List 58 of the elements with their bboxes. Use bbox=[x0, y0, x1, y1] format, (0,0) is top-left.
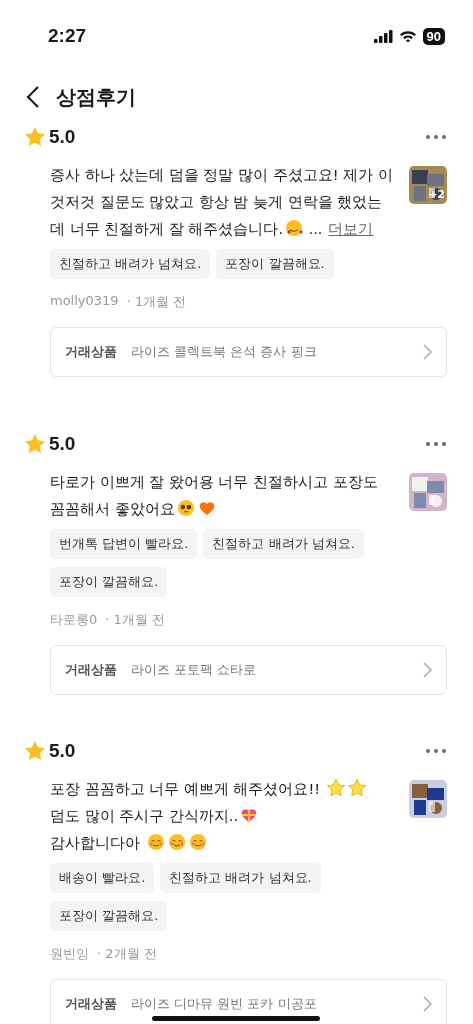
status-time: 2:27 bbox=[48, 25, 87, 47]
review-text: 증사 하나 샀는데 덤을 정말 많이 주셨고요! 제가 이 bbox=[50, 167, 393, 183]
more-options-icon[interactable] bbox=[425, 441, 447, 447]
product-name: 라이즈 디마뮤 원빈 포카 미공포 bbox=[131, 995, 318, 1013]
more-link[interactable]: 더보기 bbox=[328, 221, 374, 237]
product-label: 거래상품 bbox=[65, 343, 117, 361]
review-tag: 배송이 빨라요. bbox=[50, 863, 155, 893]
review-tag: 친절하고 배려가 넘쳐요. bbox=[203, 529, 364, 559]
signal-icon bbox=[373, 29, 393, 43]
star-icon bbox=[325, 778, 346, 798]
review-text: 데 너무 친절하게 잘 해주셨습니다. bbox=[50, 221, 284, 237]
review-text: 것저것 질문도 많았고 항상 밤 늦게 연락을 했었는 bbox=[50, 194, 383, 210]
reviewer-name: 타로롱0 bbox=[50, 611, 98, 629]
reviewer-name: molly0319 bbox=[50, 293, 119, 310]
rating-score: 5.0 bbox=[49, 126, 76, 148]
review-time: · 1개월 전 bbox=[105, 611, 165, 629]
chevron-right-icon bbox=[423, 996, 432, 1012]
reviewer-name: 원빈잉 bbox=[50, 945, 89, 963]
back-icon[interactable] bbox=[26, 85, 40, 109]
page-title: 상점후기 bbox=[56, 83, 136, 111]
review-text: 타로가 이쁘게 잘 왔어용 너무 친절하시고 포장도 bbox=[50, 474, 378, 490]
product-label: 거래상품 bbox=[65, 995, 117, 1013]
smiling-face-icon bbox=[187, 832, 208, 852]
battery-level: 90 bbox=[422, 27, 445, 45]
review-tag: 친절하고 배려가 넘쳐요. bbox=[160, 863, 321, 893]
star-icon bbox=[24, 126, 46, 148]
review-text: 꼼꼼해서 좋았어요 bbox=[50, 501, 175, 517]
review-tag: 친절하고 배려가 넘쳐요. bbox=[50, 249, 211, 279]
review-text: 덤도 많이 주시구 간식까지.. bbox=[50, 808, 239, 824]
product-label: 거래상품 bbox=[65, 661, 117, 679]
product-link[interactable]: 거래상품 라이즈 콜렉트북 은석 증사 핑크 bbox=[50, 327, 447, 377]
product-name: 라이즈 콜렉트북 은석 증사 핑크 bbox=[131, 343, 318, 361]
more-options-icon[interactable] bbox=[425, 134, 447, 140]
smiling-face-icon bbox=[166, 832, 187, 852]
more-options-icon[interactable] bbox=[425, 748, 447, 754]
product-name: 라이즈 포토팩 쇼타로 bbox=[131, 661, 258, 679]
chevron-right-icon bbox=[423, 662, 432, 678]
product-link[interactable]: 거래상품 라이즈 포토팩 쇼타로 bbox=[50, 645, 447, 695]
review-tag: 포장이 깔끔해요. bbox=[50, 901, 168, 931]
photo-count: +2 bbox=[428, 188, 445, 201]
smiling-face-icon bbox=[145, 832, 166, 852]
review-tag: 포장이 깔끔해요. bbox=[50, 567, 168, 597]
review-text: 감사합니다아 bbox=[50, 835, 141, 851]
rating-score: 5.0 bbox=[49, 433, 76, 455]
smiling-face-with-hearts-icon bbox=[284, 218, 305, 238]
review-tag: 포장이 깔끔해요. bbox=[216, 249, 334, 279]
review-time: · 2개월 전 bbox=[97, 945, 157, 963]
star-icon bbox=[346, 778, 367, 798]
rating-score: 5.0 bbox=[49, 740, 76, 762]
star-icon bbox=[24, 740, 46, 762]
wifi-icon bbox=[398, 29, 417, 43]
review-text: ... bbox=[307, 221, 323, 237]
review-time: · 1개월 전 bbox=[126, 293, 187, 311]
chevron-right-icon bbox=[423, 344, 432, 360]
pleading-face-icon bbox=[175, 498, 196, 518]
review-text: 포장 꼼꼼하고 너무 예쁘게 해주셨어요!! bbox=[50, 781, 322, 797]
review-tag: 번개톡 답변이 빨라요. bbox=[50, 529, 198, 559]
star-icon bbox=[24, 433, 46, 455]
